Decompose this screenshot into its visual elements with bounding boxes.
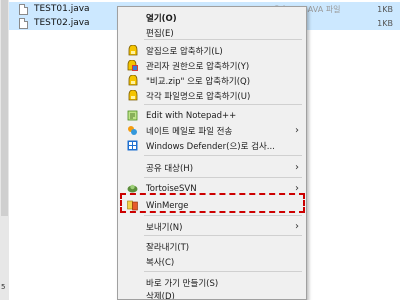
menu-separator: [144, 271, 302, 272]
menu-separator: [144, 104, 302, 105]
file-size: 1KB: [377, 4, 393, 14]
menu-label: Windows Defender(으)로 검사...: [146, 141, 275, 152]
menu-label: 각각 파일명으로 압축하기(U): [146, 91, 251, 102]
file-name: TEST01.java: [34, 4, 90, 14]
submenu-arrow-icon: ›: [295, 162, 299, 173]
file-name: TEST02.java: [34, 18, 90, 28]
alzip-icon: [127, 45, 138, 56]
alzip-icon: [127, 75, 138, 86]
winmerge-highlight-box: [120, 193, 305, 213]
menu-label: 공유 대상(H): [146, 163, 194, 174]
menu-item-copy[interactable]: 복사(C): [118, 253, 306, 270]
left-edge-text: 5: [1, 283, 6, 291]
menu-separator: [144, 155, 302, 156]
menu-item-sendto[interactable]: 보내기(N) ›: [118, 218, 306, 235]
menu-separator: [144, 235, 302, 236]
context-menu: 열기(O) 편집(E) 알집으로 압축하기(L) 관리자 권한으로 압축하기(Y…: [117, 6, 307, 300]
menu-item-defender[interactable]: Windows Defender(으)로 검사...: [118, 137, 306, 154]
menu-separator: [144, 215, 302, 216]
menu-item-delete[interactable]: 삭제(D): [118, 287, 306, 300]
menu-label: 잘라내기(T): [146, 242, 190, 253]
alzip-admin-icon: [127, 60, 138, 71]
menu-item-share[interactable]: 공유 대상(H) ›: [118, 159, 306, 176]
file-icon: [19, 17, 28, 29]
menu-label: 편집(E): [146, 28, 174, 39]
menu-label: 열기(O): [146, 13, 177, 24]
menu-separator: [144, 39, 302, 40]
submenu-arrow-icon: ›: [295, 125, 299, 136]
menu-label: 복사(C): [146, 257, 175, 268]
explorer-left-scrollbar[interactable]: 5: [0, 0, 9, 300]
menu-label: 관리자 권한으로 압축하기(Y): [146, 61, 250, 72]
notepad-plus-icon: [127, 110, 138, 121]
menu-label: 알집으로 압축하기(L): [146, 46, 223, 57]
nate-mail-icon: [127, 125, 138, 136]
menu-label: TortoiseSVN: [146, 183, 197, 194]
submenu-arrow-icon: ›: [295, 221, 299, 232]
file-icon: [19, 3, 28, 15]
menu-label: 삭제(D): [146, 291, 175, 300]
scrollbar-thumb[interactable]: [1, 0, 8, 216]
menu-label: 네이트 메일로 파일 전송: [146, 126, 233, 137]
menu-label: Edit with Notepad++: [146, 110, 237, 121]
menu-separator: [144, 177, 302, 178]
windows-defender-icon: [127, 140, 138, 151]
menu-item-zip-each[interactable]: 각각 파일명으로 압축하기(U): [118, 87, 306, 104]
file-size: 1KB: [377, 18, 393, 28]
menu-label: "비교.zip" 으로 압축하기(Q): [146, 76, 251, 87]
menu-label: 보내기(N): [146, 222, 183, 233]
alzip-icon: [127, 90, 138, 101]
